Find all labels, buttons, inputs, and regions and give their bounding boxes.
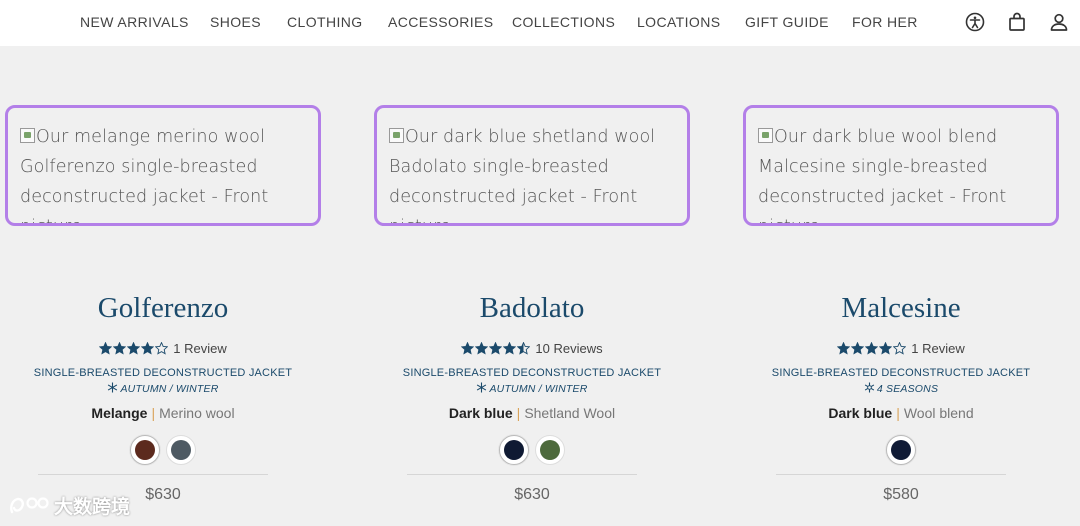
broken-image-icon bbox=[20, 128, 35, 143]
product-rating[interactable]: 1 Review bbox=[743, 341, 1059, 358]
color-swatch[interactable] bbox=[499, 435, 529, 465]
divider bbox=[38, 474, 268, 475]
separator: | bbox=[516, 405, 521, 421]
separator: | bbox=[896, 405, 900, 421]
snowflake-icon bbox=[477, 382, 487, 393]
divider bbox=[407, 474, 637, 475]
star-empty-icon bbox=[893, 342, 907, 355]
star-full-icon bbox=[503, 342, 517, 355]
nav-clothing[interactable]: CLOTHING bbox=[287, 14, 363, 30]
season-text: AUTUMN / WINTER bbox=[120, 383, 219, 395]
account-icon[interactable] bbox=[1049, 12, 1069, 32]
star-full-icon bbox=[113, 342, 127, 355]
product-rating[interactable]: 10 Reviews bbox=[374, 341, 690, 358]
nav-gift-guide[interactable]: GIFT GUIDE bbox=[745, 14, 829, 30]
season-text: 4 SEASONS bbox=[876, 383, 939, 395]
product-type: SINGLE-BREASTED DECONSTRUCTED JACKET bbox=[771, 367, 1031, 379]
nav-shoes[interactable]: SHOES bbox=[210, 14, 261, 30]
nav-for-her[interactable]: FOR HER bbox=[852, 14, 918, 30]
broken-image-icon bbox=[758, 128, 773, 143]
color-swatches bbox=[374, 435, 690, 465]
star-rating bbox=[461, 342, 531, 358]
image-alt-text: Our melange merino wool Golferenzo singl… bbox=[20, 122, 308, 223]
color-swatch[interactable] bbox=[166, 435, 196, 465]
material-line: Dark blue | Wool blend bbox=[743, 405, 1059, 421]
color-name: Dark blue bbox=[448, 405, 513, 421]
product-price: $630 bbox=[514, 486, 550, 503]
sun-snowflake-icon bbox=[864, 382, 875, 393]
product-rating[interactable]: 1 Review bbox=[5, 341, 321, 358]
nav-new-arrivals[interactable]: NEW ARRIVALS bbox=[80, 14, 189, 30]
product-type: SINGLE-BREASTED DECONSTRUCTED JACKET bbox=[402, 367, 662, 379]
color-name: Dark blue bbox=[828, 405, 893, 421]
star-rating bbox=[837, 342, 907, 358]
star-full-icon bbox=[99, 342, 113, 355]
swatch-color bbox=[135, 440, 155, 460]
swatch-color bbox=[540, 440, 560, 460]
separator: | bbox=[151, 405, 156, 421]
snowflake-icon bbox=[108, 382, 118, 393]
star-full-icon bbox=[461, 342, 475, 355]
nav-locations[interactable]: LOCATIONS bbox=[637, 14, 720, 30]
swatch-color bbox=[504, 440, 524, 460]
nav-collections[interactable]: COLLECTIONS bbox=[512, 14, 615, 30]
color-swatches bbox=[743, 435, 1059, 465]
material-line: Dark blue | Shetland Wool bbox=[374, 405, 690, 421]
season-label: AUTUMN / WINTER bbox=[374, 382, 690, 395]
color-swatches bbox=[5, 435, 321, 465]
star-full-icon bbox=[127, 342, 141, 355]
star-full-icon bbox=[837, 342, 851, 355]
top-navigation: NEW ARRIVALS SHOES CLOTHING ACCESSORIES … bbox=[0, 0, 1080, 46]
review-count[interactable]: 1 Review bbox=[911, 341, 964, 356]
color-swatch[interactable] bbox=[535, 435, 565, 465]
season-label: AUTUMN / WINTER bbox=[5, 382, 321, 395]
product-name[interactable]: Badolato bbox=[374, 292, 690, 325]
swatch-color bbox=[891, 440, 911, 460]
product-type: SINGLE-BREASTED DECONSTRUCTED JACKET bbox=[33, 367, 293, 379]
broken-image-icon bbox=[389, 128, 404, 143]
material-line: Melange | Merino wool bbox=[5, 405, 321, 421]
star-full-icon bbox=[851, 342, 865, 355]
product-price: $580 bbox=[883, 486, 919, 503]
review-count[interactable]: 1 Review bbox=[173, 341, 226, 356]
star-full-icon bbox=[879, 342, 893, 355]
star-rating bbox=[99, 342, 169, 358]
fabric-name: Merino wool bbox=[159, 405, 235, 421]
image-alt: Our dark blue shetland wool Badolato sin… bbox=[389, 127, 656, 223]
star-half-icon bbox=[517, 342, 531, 355]
star-empty-icon bbox=[155, 342, 169, 355]
image-alt-text: Our dark blue shetland wool Badolato sin… bbox=[389, 122, 677, 223]
product-image[interactable]: Our dark blue wool blend Malcesine singl… bbox=[743, 105, 1059, 226]
nav-accessories[interactable]: ACCESSORIES bbox=[388, 14, 494, 30]
product-price: $630 bbox=[145, 486, 181, 503]
color-swatch[interactable] bbox=[130, 435, 160, 465]
product-image[interactable]: Our dark blue shetland wool Badolato sin… bbox=[374, 105, 690, 226]
accessibility-icon[interactable] bbox=[965, 12, 985, 32]
image-alt: Our melange merino wool Golferenzo singl… bbox=[20, 127, 269, 223]
star-full-icon bbox=[141, 342, 155, 355]
review-count[interactable]: 10 Reviews bbox=[535, 341, 602, 356]
product-name[interactable]: Malcesine bbox=[743, 292, 1059, 325]
star-full-icon bbox=[865, 342, 879, 355]
star-full-icon bbox=[475, 342, 489, 355]
image-alt-text: Our dark blue wool blend Malcesine singl… bbox=[758, 122, 1046, 223]
season-text: AUTUMN / WINTER bbox=[489, 383, 588, 395]
fabric-name: Shetland Wool bbox=[524, 405, 616, 421]
star-full-icon bbox=[489, 342, 503, 355]
season-label: 4 SEASONS bbox=[743, 382, 1059, 395]
product-image[interactable]: Our melange merino wool Golferenzo singl… bbox=[5, 105, 321, 226]
divider bbox=[776, 474, 1006, 475]
fabric-name: Wool blend bbox=[903, 405, 974, 421]
color-name: Melange bbox=[91, 405, 148, 421]
shopping-bag-icon[interactable] bbox=[1007, 12, 1027, 32]
image-alt: Our dark blue wool blend Malcesine singl… bbox=[758, 127, 1007, 223]
color-swatch[interactable] bbox=[886, 435, 916, 465]
product-name[interactable]: Golferenzo bbox=[5, 292, 321, 325]
swatch-color bbox=[171, 440, 191, 460]
